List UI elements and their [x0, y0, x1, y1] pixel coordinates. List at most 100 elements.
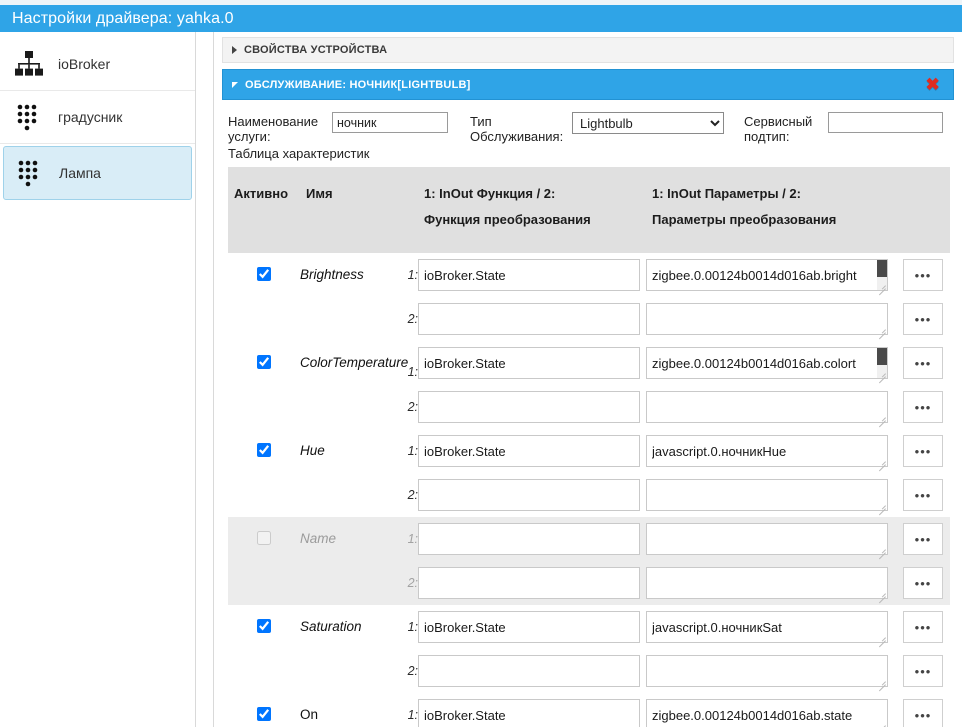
window-titlebar: Настройки драйвера: yahka.0 [0, 5, 962, 32]
sidebar-item-iobroker[interactable]: ioBroker [0, 38, 195, 91]
actions-cell: ••• [896, 693, 950, 727]
browse-conversion-params-button[interactable]: ••• [903, 303, 943, 335]
sidebar-item-lampa[interactable]: Лампа [3, 146, 192, 200]
inout-params-cell [646, 341, 896, 385]
actions-cell: ••• [896, 605, 950, 649]
conversion-params-input[interactable] [646, 479, 888, 511]
inout-function-input[interactable] [418, 523, 640, 555]
conversion-function-input[interactable] [418, 303, 640, 335]
service-name-input[interactable] [332, 112, 448, 133]
inout-function-input[interactable] [418, 347, 640, 379]
inout-params-cell [646, 605, 896, 649]
inout-function-cell [418, 341, 646, 385]
sidebar-item-label: градусник [58, 109, 123, 125]
inout-function-input[interactable] [418, 611, 640, 643]
service-header[interactable]: ОБСЛУЖИВАНИЕ: НОЧНИК[LIGHTBULB] ✖ [222, 69, 954, 100]
service-form: Наименование услуги: Тип Обслуживания: L… [214, 100, 962, 161]
table-row: Saturation 1: ••• [228, 605, 950, 649]
conversion-params-cell [646, 385, 896, 429]
active-checkbox[interactable] [257, 443, 271, 457]
device-properties-header[interactable]: СВОЙСТВА УСТРОЙСТВА [222, 37, 954, 63]
characteristics-table-caption: Таблица характеристик [228, 146, 370, 161]
active-cell [228, 341, 300, 429]
conversion-params-cell [646, 297, 896, 341]
inout-params-input[interactable] [646, 523, 888, 555]
actions-cell: ••• [896, 561, 950, 605]
row-index-1: 1: [407, 708, 418, 722]
inout-params-input[interactable] [646, 611, 888, 643]
actions-cell: ••• [896, 517, 950, 561]
inout-function-cell [418, 253, 646, 297]
browse-inout-params-button[interactable]: ••• [903, 523, 943, 555]
active-checkbox[interactable] [257, 707, 271, 721]
active-cell [228, 517, 300, 605]
row-index-2: 2: [407, 488, 418, 502]
conversion-params-input[interactable] [646, 303, 888, 335]
browse-inout-params-button[interactable]: ••• [903, 699, 943, 727]
actions-cell: ••• [896, 429, 950, 473]
service-subtype-input[interactable] [828, 112, 943, 133]
header-params-line1: 1: InOut Параметры / 2: [652, 186, 801, 201]
service-type-select[interactable]: Lightbulb [572, 112, 724, 134]
conversion-params-input-wrap [646, 303, 888, 335]
inout-params-cell [646, 429, 896, 473]
conversion-params-cell [646, 473, 896, 517]
header-name: Имя [300, 167, 418, 253]
actions-cell: ••• [896, 473, 950, 517]
params-scrollbar[interactable] [877, 260, 887, 290]
actions-cell: ••• [896, 341, 950, 385]
browse-conversion-params-button[interactable]: ••• [903, 479, 943, 511]
inout-params-input-wrap [646, 523, 888, 555]
inout-params-input[interactable] [646, 259, 888, 291]
conversion-function-input[interactable] [418, 391, 640, 423]
browse-conversion-params-button[interactable]: ••• [903, 655, 943, 687]
panel-splitter[interactable] [196, 32, 214, 727]
conversion-function-input[interactable] [418, 567, 640, 599]
inout-function-input[interactable] [418, 699, 640, 727]
characteristics-table-head: Активно Имя 1: InOut Функция / 2: Функци… [228, 167, 950, 253]
active-checkbox[interactable] [257, 531, 271, 545]
chevron-down-icon [232, 81, 238, 88]
inout-params-input[interactable] [646, 699, 888, 727]
header-params: 1: InOut Параметры / 2: Параметры преобр… [646, 167, 896, 253]
inout-function-input[interactable] [418, 435, 640, 467]
header-params-line2: Параметры преобразования [652, 212, 837, 227]
conversion-params-cell [646, 649, 896, 693]
browse-conversion-params-button[interactable]: ••• [903, 391, 943, 423]
params-scrollbar[interactable] [877, 348, 887, 378]
browse-inout-params-button[interactable]: ••• [903, 611, 943, 643]
active-checkbox[interactable] [257, 355, 271, 369]
row-index-2: 2: [407, 400, 418, 414]
table-row: Name 1: ••• [228, 517, 950, 605]
header-actions [896, 167, 950, 253]
conversion-params-input[interactable] [646, 655, 888, 687]
characteristic-name: Brightness [300, 267, 364, 282]
browse-inout-params-button[interactable]: ••• [903, 259, 943, 291]
conversion-params-input[interactable] [646, 391, 888, 423]
active-checkbox[interactable] [257, 267, 271, 281]
conversion-function-input[interactable] [418, 655, 640, 687]
browse-inout-params-button[interactable]: ••• [903, 347, 943, 379]
inout-params-input[interactable] [646, 347, 888, 379]
conversion-params-cell [646, 561, 896, 605]
characteristics-table: Активно Имя 1: InOut Функция / 2: Функци… [228, 167, 950, 727]
service-subtype-label: Сервисный подтип: [744, 114, 813, 144]
conversion-function-cell [418, 473, 646, 517]
actions-cell: ••• [896, 297, 950, 341]
conversion-function-cell [418, 385, 646, 429]
table-row: Brightness 1: ••• [228, 253, 950, 297]
sidebar-item-label: Лампа [59, 165, 101, 181]
table-header-row: Активно Имя 1: InOut Функция / 2: Функци… [228, 167, 950, 253]
sidebar-item-gradusnik[interactable]: градусник [0, 91, 195, 144]
characteristic-name: Saturation [300, 619, 362, 634]
active-checkbox[interactable] [257, 619, 271, 633]
conversion-function-input[interactable] [418, 479, 640, 511]
browse-inout-params-button[interactable]: ••• [903, 435, 943, 467]
table-row: ColorTemperature1:••• [228, 341, 950, 385]
active-cell [228, 693, 300, 727]
conversion-params-input[interactable] [646, 567, 888, 599]
close-icon[interactable]: ✖ [922, 76, 944, 93]
inout-function-input[interactable] [418, 259, 640, 291]
browse-conversion-params-button[interactable]: ••• [903, 567, 943, 599]
inout-params-input[interactable] [646, 435, 888, 467]
